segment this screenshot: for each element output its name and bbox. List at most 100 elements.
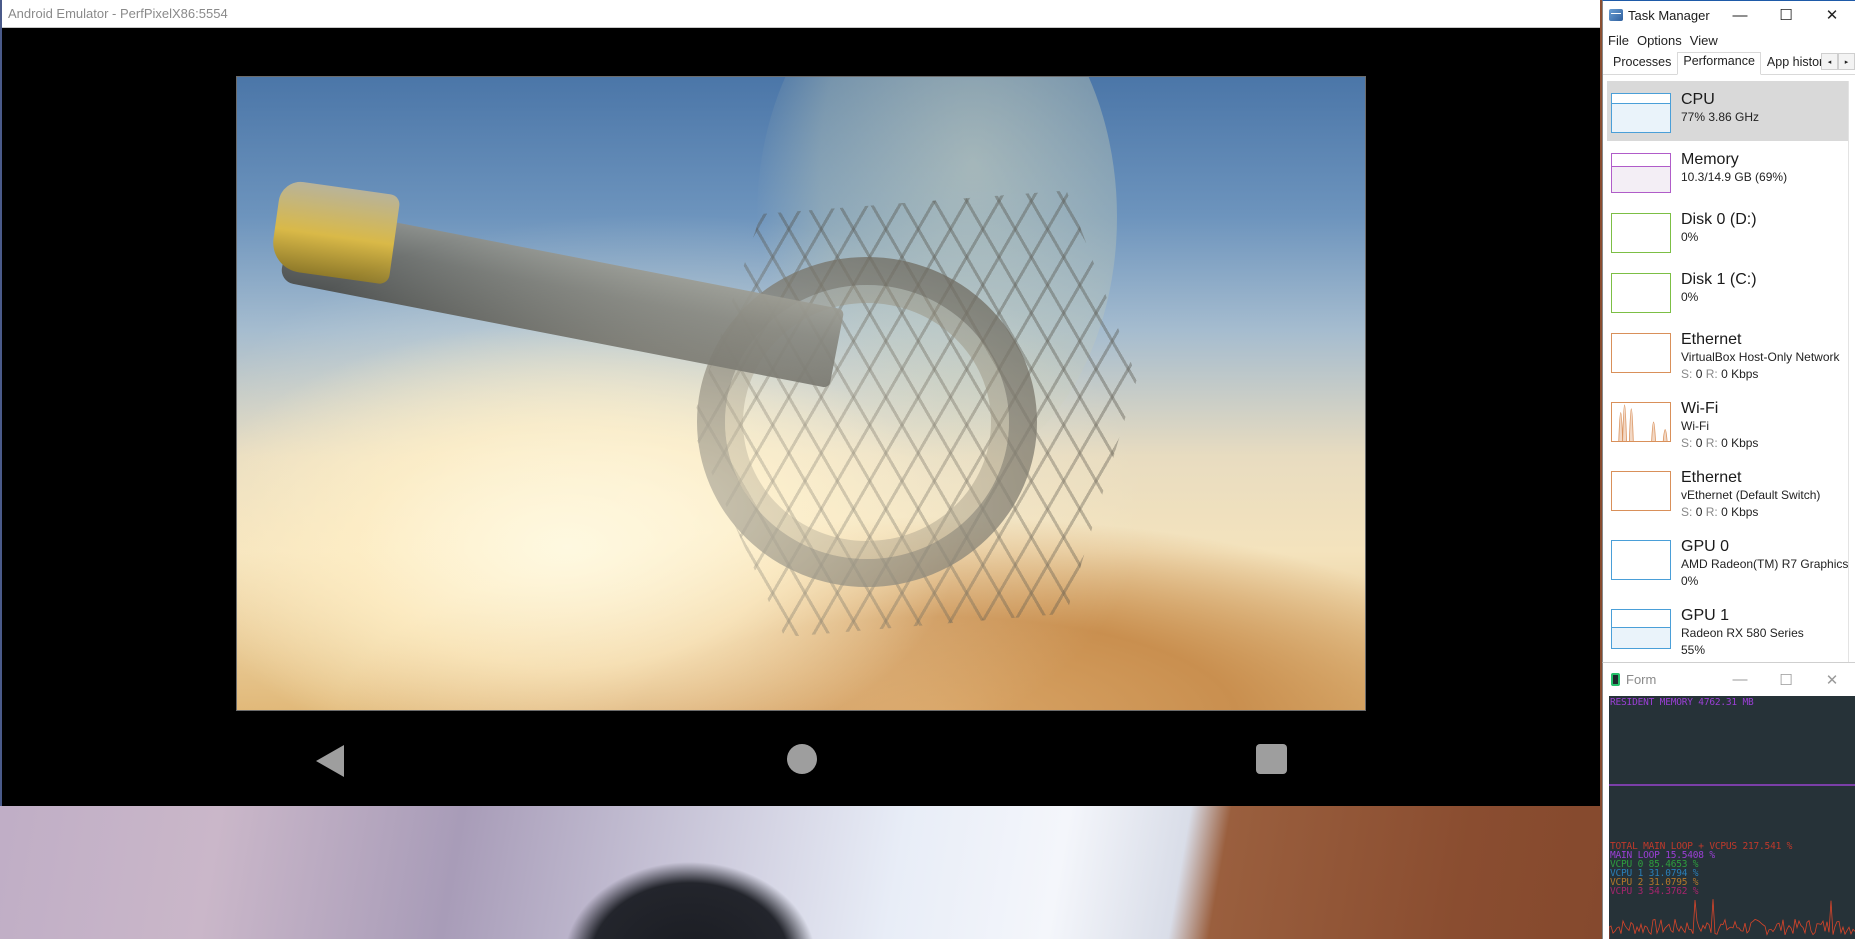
wifi-spike: [1662, 429, 1668, 441]
task-manager-window: Task Manager — ☐ ✕ File Options View Pro…: [1602, 0, 1855, 663]
ethernet-graph-thumbnail: [1611, 471, 1671, 511]
receive-label: R:: [1705, 505, 1718, 519]
perf-item-name: Ethernet: [1681, 331, 1742, 348]
perf-overlay-panel: RESIDENT MEMORY 4762.31 MB TOTAL MAIN LO…: [1609, 696, 1855, 939]
form-title: Form: [1626, 672, 1657, 687]
receive-label: R:: [1705, 367, 1718, 381]
perf-item-cpu[interactable]: CPU 77% 3.86 GHz: [1607, 81, 1848, 141]
performance-list: CPU 77% 3.86 GHz Memory 10.3/14.9 GB (69…: [1603, 81, 1849, 663]
wifi-spike: [1629, 408, 1634, 441]
perf-item-name: GPU 1: [1681, 607, 1730, 624]
send-value: 0: [1695, 367, 1703, 381]
menu-file[interactable]: File: [1607, 33, 1630, 48]
task-manager-titlebar[interactable]: Task Manager — ☐ ✕: [1603, 1, 1855, 29]
perf-item-wifi[interactable]: Wi-Fi Wi-Fi S: 0 R: 0 Kbps: [1603, 390, 1848, 459]
wifi-spike: [1651, 421, 1656, 441]
perf-item-usage: 55%: [1681, 643, 1706, 657]
perf-item-name: Wi-Fi: [1681, 400, 1719, 417]
tab-scroll: ◂ ▸: [1821, 53, 1855, 70]
perf-item-memory[interactable]: Memory 10.3/14.9 GB (69%): [1603, 141, 1848, 201]
receive-value: 0 Kbps: [1721, 505, 1759, 519]
desktop: Android Emulator - PerfPixelX86:5554 Tas…: [0, 0, 1855, 939]
perf-item-detail: Wi-Fi: [1681, 419, 1709, 433]
send-value: 0: [1695, 505, 1703, 519]
perf-item-detail: 77% 3.86 GHz: [1681, 110, 1760, 124]
usage-fill: [1612, 165, 1670, 192]
perf-item-detail: 10.3/14.9 GB (69%): [1681, 170, 1788, 184]
perf-item-disk-0[interactable]: Disk 0 (D:) 0%: [1603, 201, 1848, 261]
perf-item-disk-1[interactable]: Disk 1 (C:) 0%: [1603, 261, 1848, 321]
maximize-button[interactable]: ☐: [1763, 665, 1809, 695]
perf-item-detail: 0%: [1681, 230, 1699, 244]
form-app-icon: [1611, 673, 1620, 686]
task-manager-title: Task Manager: [1628, 7, 1710, 23]
wifi-graph-thumbnail: [1611, 402, 1671, 442]
perf-item-detail: Radeon RX 580 Series: [1681, 626, 1804, 640]
recents-square-icon[interactable]: [1256, 744, 1287, 774]
gpu-1-graph-thumbnail: [1611, 609, 1671, 649]
maximize-button[interactable]: ☐: [1763, 1, 1809, 29]
menu-view[interactable]: View: [1689, 33, 1719, 48]
emulator-titlebar[interactable]: Android Emulator - PerfPixelX86:5554: [2, 0, 1600, 28]
perf-item-gpu-0[interactable]: GPU 0 AMD Radeon(TM) R7 Graphics 0%: [1603, 528, 1848, 597]
form-titlebar[interactable]: Form — ☐ ✕: [1603, 663, 1855, 696]
perf-item-name: GPU 0: [1681, 538, 1730, 555]
receive-value: 0 Kbps: [1721, 367, 1759, 381]
perf-item-detail: 0%: [1681, 290, 1699, 304]
minimize-button[interactable]: —: [1717, 1, 1763, 29]
disk-0-graph-thumbnail: [1611, 213, 1671, 253]
close-button[interactable]: ✕: [1809, 1, 1855, 29]
perf-item-name: Ethernet: [1681, 469, 1742, 486]
close-button[interactable]: ✕: [1809, 665, 1855, 695]
perf-item-throughput: S: 0 R: 0 Kbps: [1681, 504, 1820, 521]
back-triangle-icon[interactable]: [316, 745, 344, 777]
gpu-0-graph-thumbnail: [1611, 540, 1671, 580]
perf-item-throughput: S: 0 R: 0 Kbps: [1681, 435, 1758, 452]
usage-fill: [1612, 627, 1670, 648]
wifi-spike: [1622, 404, 1627, 441]
receive-value: 0 Kbps: [1721, 436, 1759, 450]
wifi-spike: [1618, 412, 1624, 441]
perf-item-throughput: S: 0 R: 0 Kbps: [1681, 366, 1840, 383]
cpu-graph-thumbnail: [1611, 93, 1671, 133]
tab-scroll-right-icon[interactable]: ▸: [1838, 53, 1855, 70]
game-viewport[interactable]: [236, 76, 1366, 711]
send-label: S:: [1681, 505, 1693, 519]
perf-item-name: Memory: [1681, 151, 1739, 168]
task-manager-app-icon: [1609, 9, 1623, 21]
resident-memory-line: [1609, 784, 1855, 786]
usage-fill: [1612, 102, 1670, 132]
perf-item-ethernet-vethernet[interactable]: Ethernet vEthernet (Default Switch) S: 0…: [1603, 459, 1848, 528]
cpu-usage-line: [1609, 899, 1855, 939]
perf-item-detail: vEthernet (Default Switch): [1681, 488, 1821, 502]
perf-item-name: Disk 0 (D:): [1681, 211, 1757, 228]
sun-glare: [237, 77, 1365, 710]
perf-item-gpu-1[interactable]: GPU 1 Radeon RX 580 Series 55%: [1603, 597, 1848, 666]
perf-item-detail: AMD Radeon(TM) R7 Graphics: [1681, 557, 1849, 571]
receive-label: R:: [1705, 436, 1718, 450]
send-label: S:: [1681, 436, 1693, 450]
perf-item-ethernet-virtualbox[interactable]: Ethernet VirtualBox Host-Only Network S:…: [1603, 321, 1848, 390]
tab-processes[interactable]: Processes: [1607, 51, 1677, 74]
emulator-title: Android Emulator - PerfPixelX86:5554: [8, 6, 228, 21]
cpu-usage-graph: [1609, 899, 1855, 939]
disk-1-graph-thumbnail: [1611, 273, 1671, 313]
menu-bar: File Options View: [1603, 29, 1855, 51]
memory-graph-thumbnail: [1611, 153, 1671, 193]
perf-item-name: Disk 1 (C:): [1681, 271, 1757, 288]
menu-options[interactable]: Options: [1636, 33, 1683, 48]
minimize-button[interactable]: —: [1717, 665, 1763, 695]
tab-bar: Processes Performance App history ◂ ▸: [1603, 51, 1855, 75]
home-circle-icon[interactable]: [787, 744, 817, 774]
tab-scroll-left-icon[interactable]: ◂: [1821, 53, 1838, 70]
tab-performance[interactable]: Performance: [1677, 52, 1761, 75]
perf-item-detail: VirtualBox Host-Only Network: [1681, 350, 1840, 364]
emulator-window: Android Emulator - PerfPixelX86:5554: [0, 0, 1600, 806]
wifi-activity-spikes: [1618, 404, 1668, 441]
resident-memory-label: RESIDENT MEMORY 4762.31 MB: [1610, 697, 1754, 708]
send-value: 0: [1695, 436, 1703, 450]
send-label: S:: [1681, 367, 1693, 381]
form-window: Form — ☐ ✕ RESIDENT MEMORY 4762.31 MB TO…: [1602, 662, 1855, 939]
ethernet-graph-thumbnail: [1611, 333, 1671, 373]
perf-item-name: CPU: [1681, 91, 1715, 108]
